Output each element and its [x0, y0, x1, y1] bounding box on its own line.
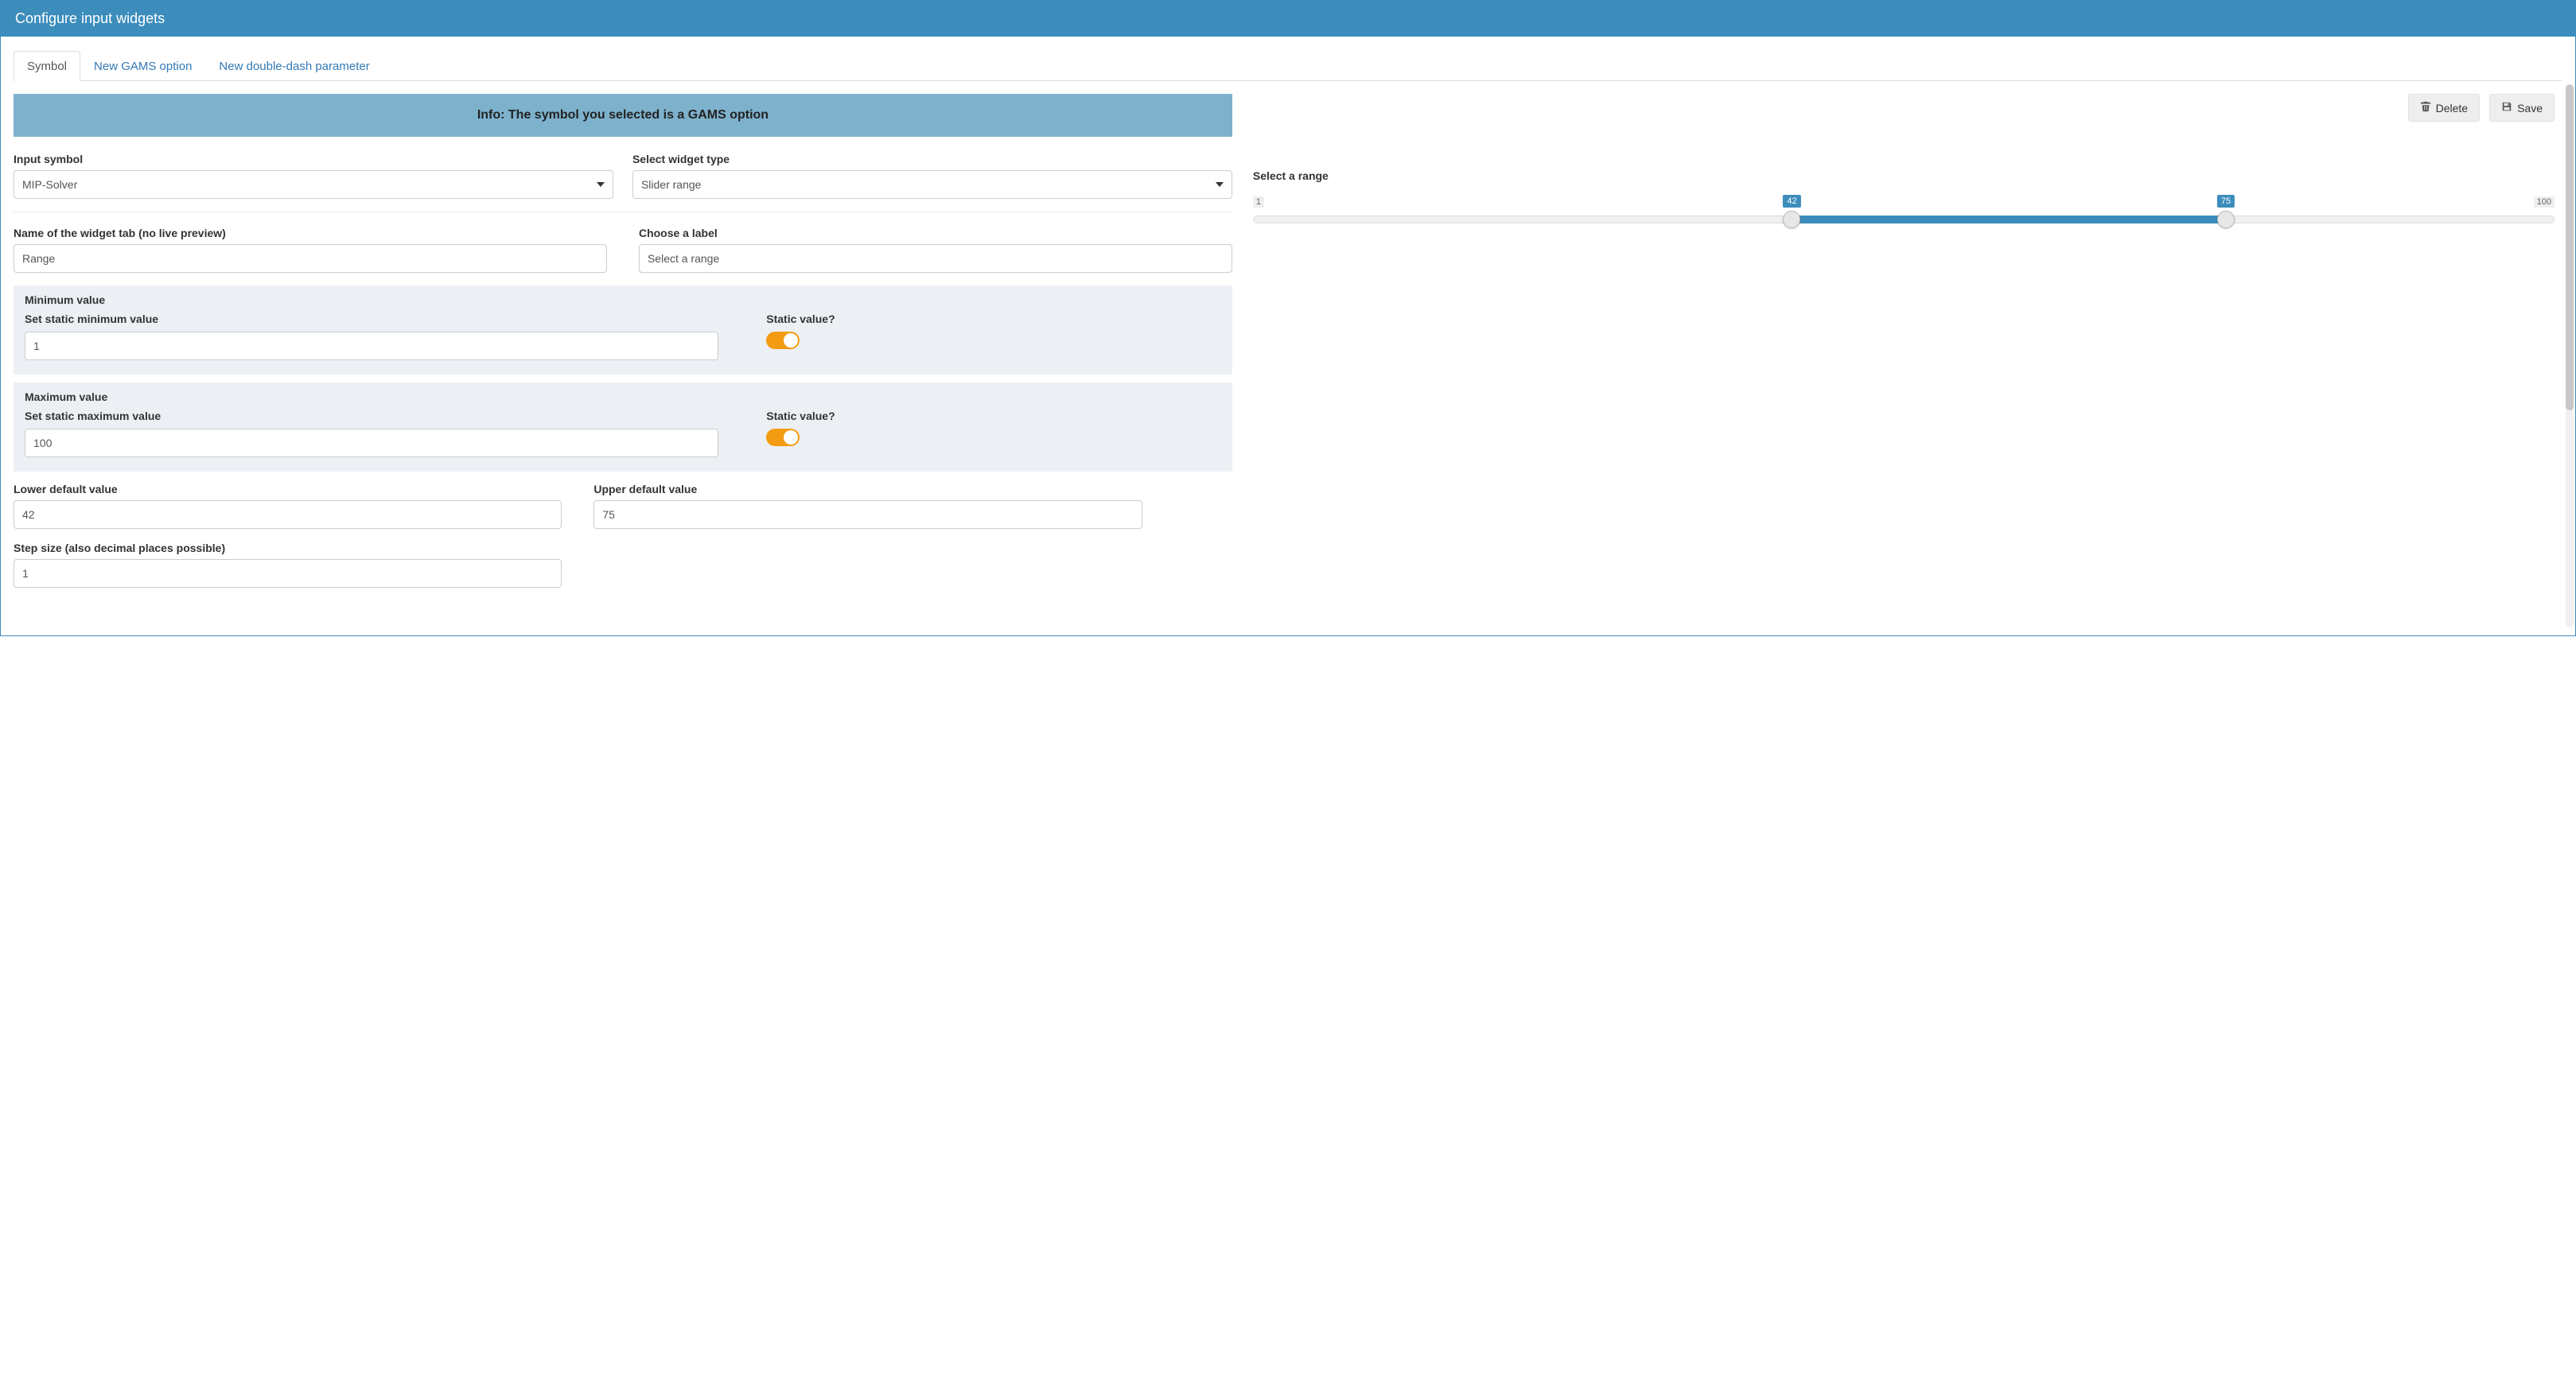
info-banner-text: Info: The symbol you selected is a GAMS …	[477, 108, 769, 122]
group-input-symbol: Input symbol MIP-Solver	[14, 153, 613, 199]
range-slider[interactable]: 1 100 42 75	[1253, 193, 2555, 233]
group-lower-default: Lower default value	[14, 483, 562, 529]
maximum-value-panel: Maximum value Set static maximum value S…	[14, 383, 1232, 472]
widget-tab-name-input[interactable]	[14, 244, 607, 273]
dialog-body: Symbol New GAMS option New double-dash p…	[1, 37, 2575, 635]
page-scrollbar-thumb[interactable]	[2566, 84, 2574, 410]
min-static-input[interactable]	[25, 332, 718, 360]
tab-bar: Symbol New GAMS option New double-dash p…	[14, 51, 2562, 81]
step-size-input[interactable]	[14, 559, 562, 588]
slider-handle-low[interactable]	[1783, 211, 1800, 228]
group-widget-type: Select widget type Slider range	[632, 153, 1232, 199]
tab-label: Symbol	[27, 60, 67, 73]
input-symbol-value: MIP-Solver	[22, 178, 77, 191]
min-toggle-label: Static value?	[766, 313, 1221, 325]
row-symbol-widget: Input symbol MIP-Solver Select widget ty…	[14, 153, 1232, 199]
info-banner: Info: The symbol you selected is a GAMS …	[14, 94, 1232, 137]
row-tabname-label: Name of the widget tab (no live preview)…	[14, 227, 1232, 273]
widget-label-input[interactable]	[639, 244, 1232, 273]
upper-default-label: Upper default value	[593, 483, 1142, 495]
slider-fill	[1792, 216, 2225, 223]
delete-button[interactable]: Delete	[2408, 94, 2480, 122]
widget-type-label: Select widget type	[632, 153, 1232, 165]
widget-label-label: Choose a label	[639, 227, 1232, 239]
minimum-value-title: Minimum value	[25, 293, 1221, 306]
min-static-label: Set static minimum value	[25, 313, 718, 325]
tab-new-gams-option[interactable]: New GAMS option	[80, 51, 205, 81]
input-symbol-select[interactable]: MIP-Solver	[14, 170, 613, 199]
group-widget-label: Choose a label	[639, 227, 1232, 273]
minimum-value-panel: Minimum value Set static minimum value S…	[14, 286, 1232, 375]
slider-high-tooltip: 75	[2217, 195, 2235, 208]
chevron-down-icon	[597, 182, 605, 187]
group-upper-default: Upper default value	[593, 483, 1142, 529]
form-panel[interactable]: Info: The symbol you selected is a GAMS …	[14, 94, 1237, 631]
lower-default-label: Lower default value	[14, 483, 562, 495]
max-static-label: Set static maximum value	[25, 410, 718, 422]
slider-low-tooltip: 42	[1783, 195, 1800, 208]
min-static-toggle[interactable]	[766, 332, 800, 349]
dialog-title: Configure input widgets	[1, 1, 2575, 37]
action-bar: Delete Save	[1253, 94, 2555, 122]
preview-panel: Delete Save Select a range 1 100 4	[1253, 94, 2562, 631]
dialog-title-text: Configure input widgets	[15, 10, 165, 26]
tab-label: New GAMS option	[94, 60, 192, 73]
widget-type-value: Slider range	[641, 178, 702, 191]
max-toggle-label: Static value?	[766, 410, 1221, 422]
slider-max-label: 100	[2534, 196, 2555, 208]
lower-default-input[interactable]	[14, 500, 562, 529]
maximum-value-title: Maximum value	[25, 390, 1221, 403]
tab-symbol[interactable]: Symbol	[14, 51, 80, 81]
configure-input-widgets-dialog: Configure input widgets Symbol New GAMS …	[0, 0, 2576, 636]
save-icon	[2501, 101, 2512, 115]
step-size-label: Step size (also decimal places possible)	[14, 542, 562, 554]
slider-handle-high[interactable]	[2217, 211, 2235, 228]
widget-type-select[interactable]: Slider range	[632, 170, 1232, 199]
delete-button-label: Delete	[2436, 102, 2468, 115]
max-static-toggle[interactable]	[766, 429, 800, 446]
group-step-size: Step size (also decimal places possible)	[14, 542, 562, 588]
row-defaults: Lower default value Upper default value	[14, 483, 1232, 529]
preview-label: Select a range	[1253, 169, 2555, 182]
page-scrollbar[interactable]	[2566, 84, 2574, 627]
input-symbol-label: Input symbol	[14, 153, 613, 165]
row-step: Step size (also decimal places possible)	[14, 542, 1232, 588]
tab-label: New double-dash parameter	[219, 60, 369, 73]
tab-new-double-dash-parameter[interactable]: New double-dash parameter	[205, 51, 383, 81]
upper-default-input[interactable]	[593, 500, 1142, 529]
group-widget-tab-name: Name of the widget tab (no live preview)	[14, 227, 607, 273]
chevron-down-icon	[1216, 182, 1224, 187]
max-static-input[interactable]	[25, 429, 718, 457]
slider-min-label: 1	[1253, 196, 1264, 208]
widget-tab-name-label: Name of the widget tab (no live preview)	[14, 227, 607, 239]
content-row: Info: The symbol you selected is a GAMS …	[9, 81, 2567, 631]
save-button-label: Save	[2517, 102, 2543, 115]
trash-icon	[2420, 101, 2431, 115]
save-button[interactable]: Save	[2489, 94, 2555, 122]
